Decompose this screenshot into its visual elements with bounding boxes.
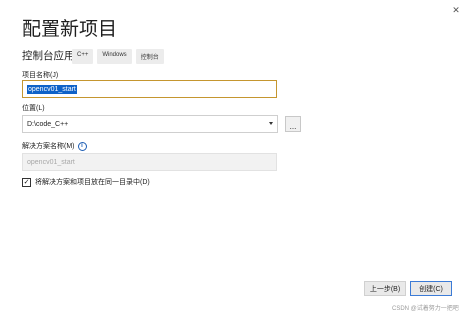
location-label: 位置(L) (22, 105, 45, 112)
solution-name-value: opencv01_start (27, 158, 75, 166)
watermark: CSDN @试着努力一把吧 (392, 306, 459, 312)
create-button[interactable]: 创建(C) (410, 281, 452, 296)
template-tags: C++ Windows 控制台 (72, 49, 164, 64)
same-directory-checkbox[interactable]: ✓ (22, 177, 31, 187)
solution-name-label: 解决方案名称(M) (22, 143, 75, 150)
browse-label: ... (289, 122, 297, 131)
close-button[interactable]: ✕ (443, 2, 469, 18)
close-icon: ✕ (452, 4, 460, 15)
info-icon[interactable]: i (77, 141, 87, 151)
template-name: 控制台应用 (22, 50, 75, 62)
project-name-label: 项目名称(J) (22, 72, 59, 79)
page-title: 配置新项目 (22, 19, 118, 40)
tag-language: C++ (72, 49, 94, 64)
checkmark-icon: ✓ (23, 178, 30, 186)
same-directory-label: 将解决方案和项目放在同一目录中(D) (35, 179, 150, 186)
browse-button[interactable]: ... (285, 116, 301, 132)
tag-project-type: 控制台 (135, 49, 164, 64)
location-select[interactable]: D:\code_C++ (22, 115, 278, 133)
solution-name-input: opencv01_start (22, 153, 277, 171)
chevron-down-icon (269, 122, 273, 125)
solution-name-label-row: 解决方案名称(M) i (22, 141, 87, 151)
tag-platform: Windows (97, 49, 132, 64)
project-name-input[interactable]: opencv01_start (22, 80, 277, 98)
same-directory-option[interactable]: ✓ 将解决方案和项目放在同一目录中(D) (22, 177, 150, 187)
back-button-label: 上一步(B) (369, 285, 401, 293)
project-name-value: opencv01_start (27, 84, 77, 94)
location-value: D:\code_C++ (27, 120, 69, 128)
create-button-label: 创建(C) (419, 285, 443, 293)
back-button[interactable]: 上一步(B) (364, 281, 406, 296)
